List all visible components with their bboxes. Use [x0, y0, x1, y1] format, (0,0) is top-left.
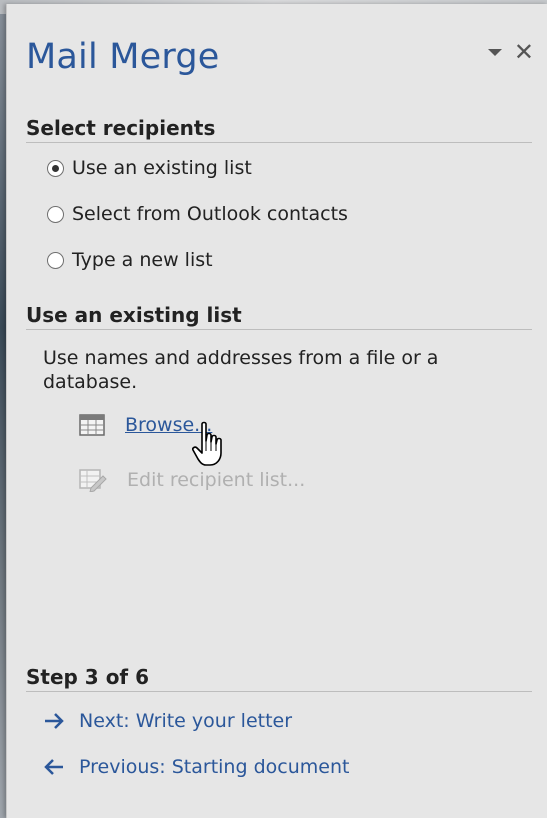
radio-label: Select from Outlook contacts	[72, 203, 348, 225]
radio-button[interactable]	[47, 205, 64, 223]
radio-selected-dot	[52, 164, 59, 172]
next-step-label[interactable]: Next: Write your letter	[79, 710, 292, 732]
edit-recipient-list-link: Edit recipient list...	[127, 469, 306, 491]
mail-merge-pane: Mail Merge ✕ Select recipients Use an ex…	[6, 4, 547, 818]
existing-list-description: Use names and addresses from a file or a…	[43, 347, 439, 393]
radio-button[interactable]	[47, 251, 64, 269]
table-icon	[79, 414, 105, 436]
previous-step-link[interactable]: Previous: Starting document	[43, 756, 349, 778]
radio-type-new-list[interactable]: Type a new list	[47, 249, 213, 271]
radio-outlook-contacts[interactable]: Select from Outlook contacts	[47, 203, 348, 225]
edit-recipient-list-row: Edit recipient list...	[79, 468, 305, 492]
arrow-right-icon	[45, 713, 64, 729]
radio-label: Type a new list	[72, 249, 213, 271]
step-heading: Step 3 of 6	[26, 665, 532, 692]
next-step-link[interactable]: Next: Write your letter	[43, 710, 292, 732]
radio-button[interactable]	[47, 159, 64, 177]
pane-title: Mail Merge	[26, 37, 220, 77]
edit-list-icon	[79, 469, 107, 492]
pane-header-controls: ✕	[487, 40, 534, 64]
radio-use-existing-list[interactable]: Use an existing list	[47, 157, 252, 179]
arrow-left-icon	[44, 759, 63, 775]
existing-list-heading: Use an existing list	[26, 303, 532, 330]
radio-label: Use an existing list	[72, 157, 252, 179]
hand-cursor-icon	[192, 421, 222, 466]
previous-step-label[interactable]: Previous: Starting document	[79, 756, 349, 778]
triangle-down-icon[interactable]	[487, 48, 502, 56]
close-icon[interactable]: ✕	[514, 40, 534, 64]
select-recipients-heading: Select recipients	[26, 116, 532, 143]
